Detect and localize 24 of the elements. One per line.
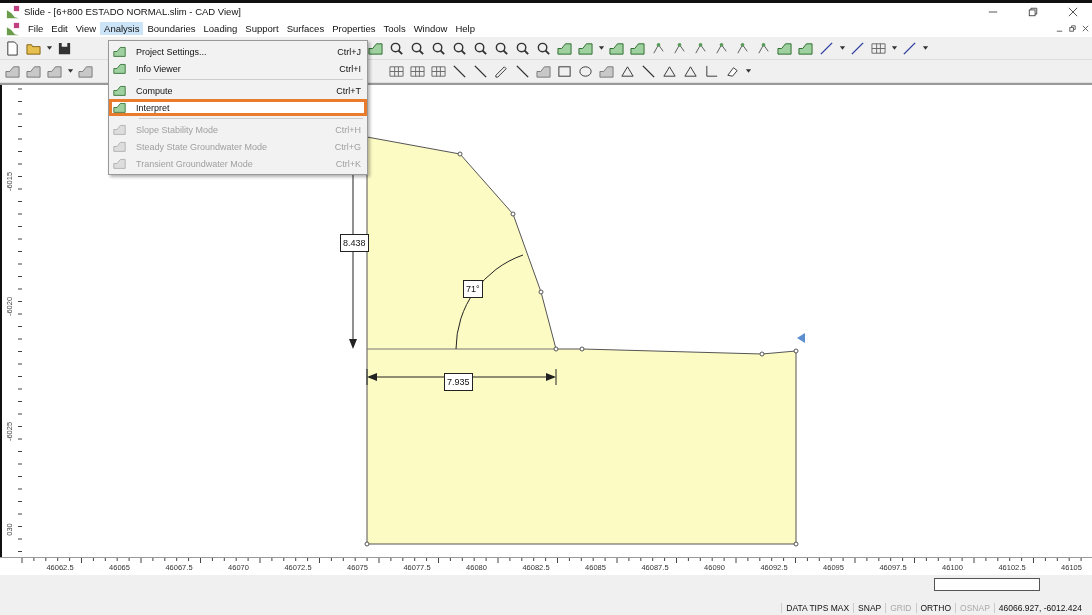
menu-item[interactable]: File: [24, 22, 48, 35]
menu-item[interactable]: Analysis: [100, 22, 144, 35]
menu-item[interactable]: Interpret: [109, 99, 367, 116]
menu-item[interactable]: Boundaries: [143, 22, 200, 35]
menu-item[interactable]: Surfaces: [282, 22, 329, 35]
menu-item[interactable]: Compute Ctrl+T: [109, 82, 367, 99]
menu-item[interactable]: Window: [409, 22, 452, 35]
dimension-label: 7.935: [444, 373, 473, 391]
dimension-label: 8.438: [340, 234, 369, 252]
menu-item[interactable]: Project Settings... Ctrl+J: [109, 43, 367, 60]
coordinates: 46066.927, -6012.424: [993, 603, 1086, 613]
menu-item[interactable]: View: [71, 22, 101, 35]
menu-item[interactable]: Tools: [379, 22, 410, 35]
status-toggle[interactable]: SNAP: [853, 603, 886, 613]
angle-label: 71°: [463, 280, 483, 298]
menu-item[interactable]: Loading: [199, 22, 242, 35]
menu-item[interactable]: Info Viewer Ctrl+I: [109, 60, 367, 77]
menu-item[interactable]: Support: [241, 22, 283, 35]
window-title: Slide - [6+800 ESTADO NORMAL.slim - CAD View]: [24, 6, 241, 17]
status-toggle[interactable]: ORTHO: [915, 603, 956, 613]
menu-item[interactable]: Properties: [328, 22, 380, 35]
menu-item[interactable]: Edit: [47, 22, 72, 35]
status-toggle[interactable]: DATA TIPS MAX: [781, 603, 854, 613]
menu-item[interactable]: Help: [451, 22, 479, 35]
